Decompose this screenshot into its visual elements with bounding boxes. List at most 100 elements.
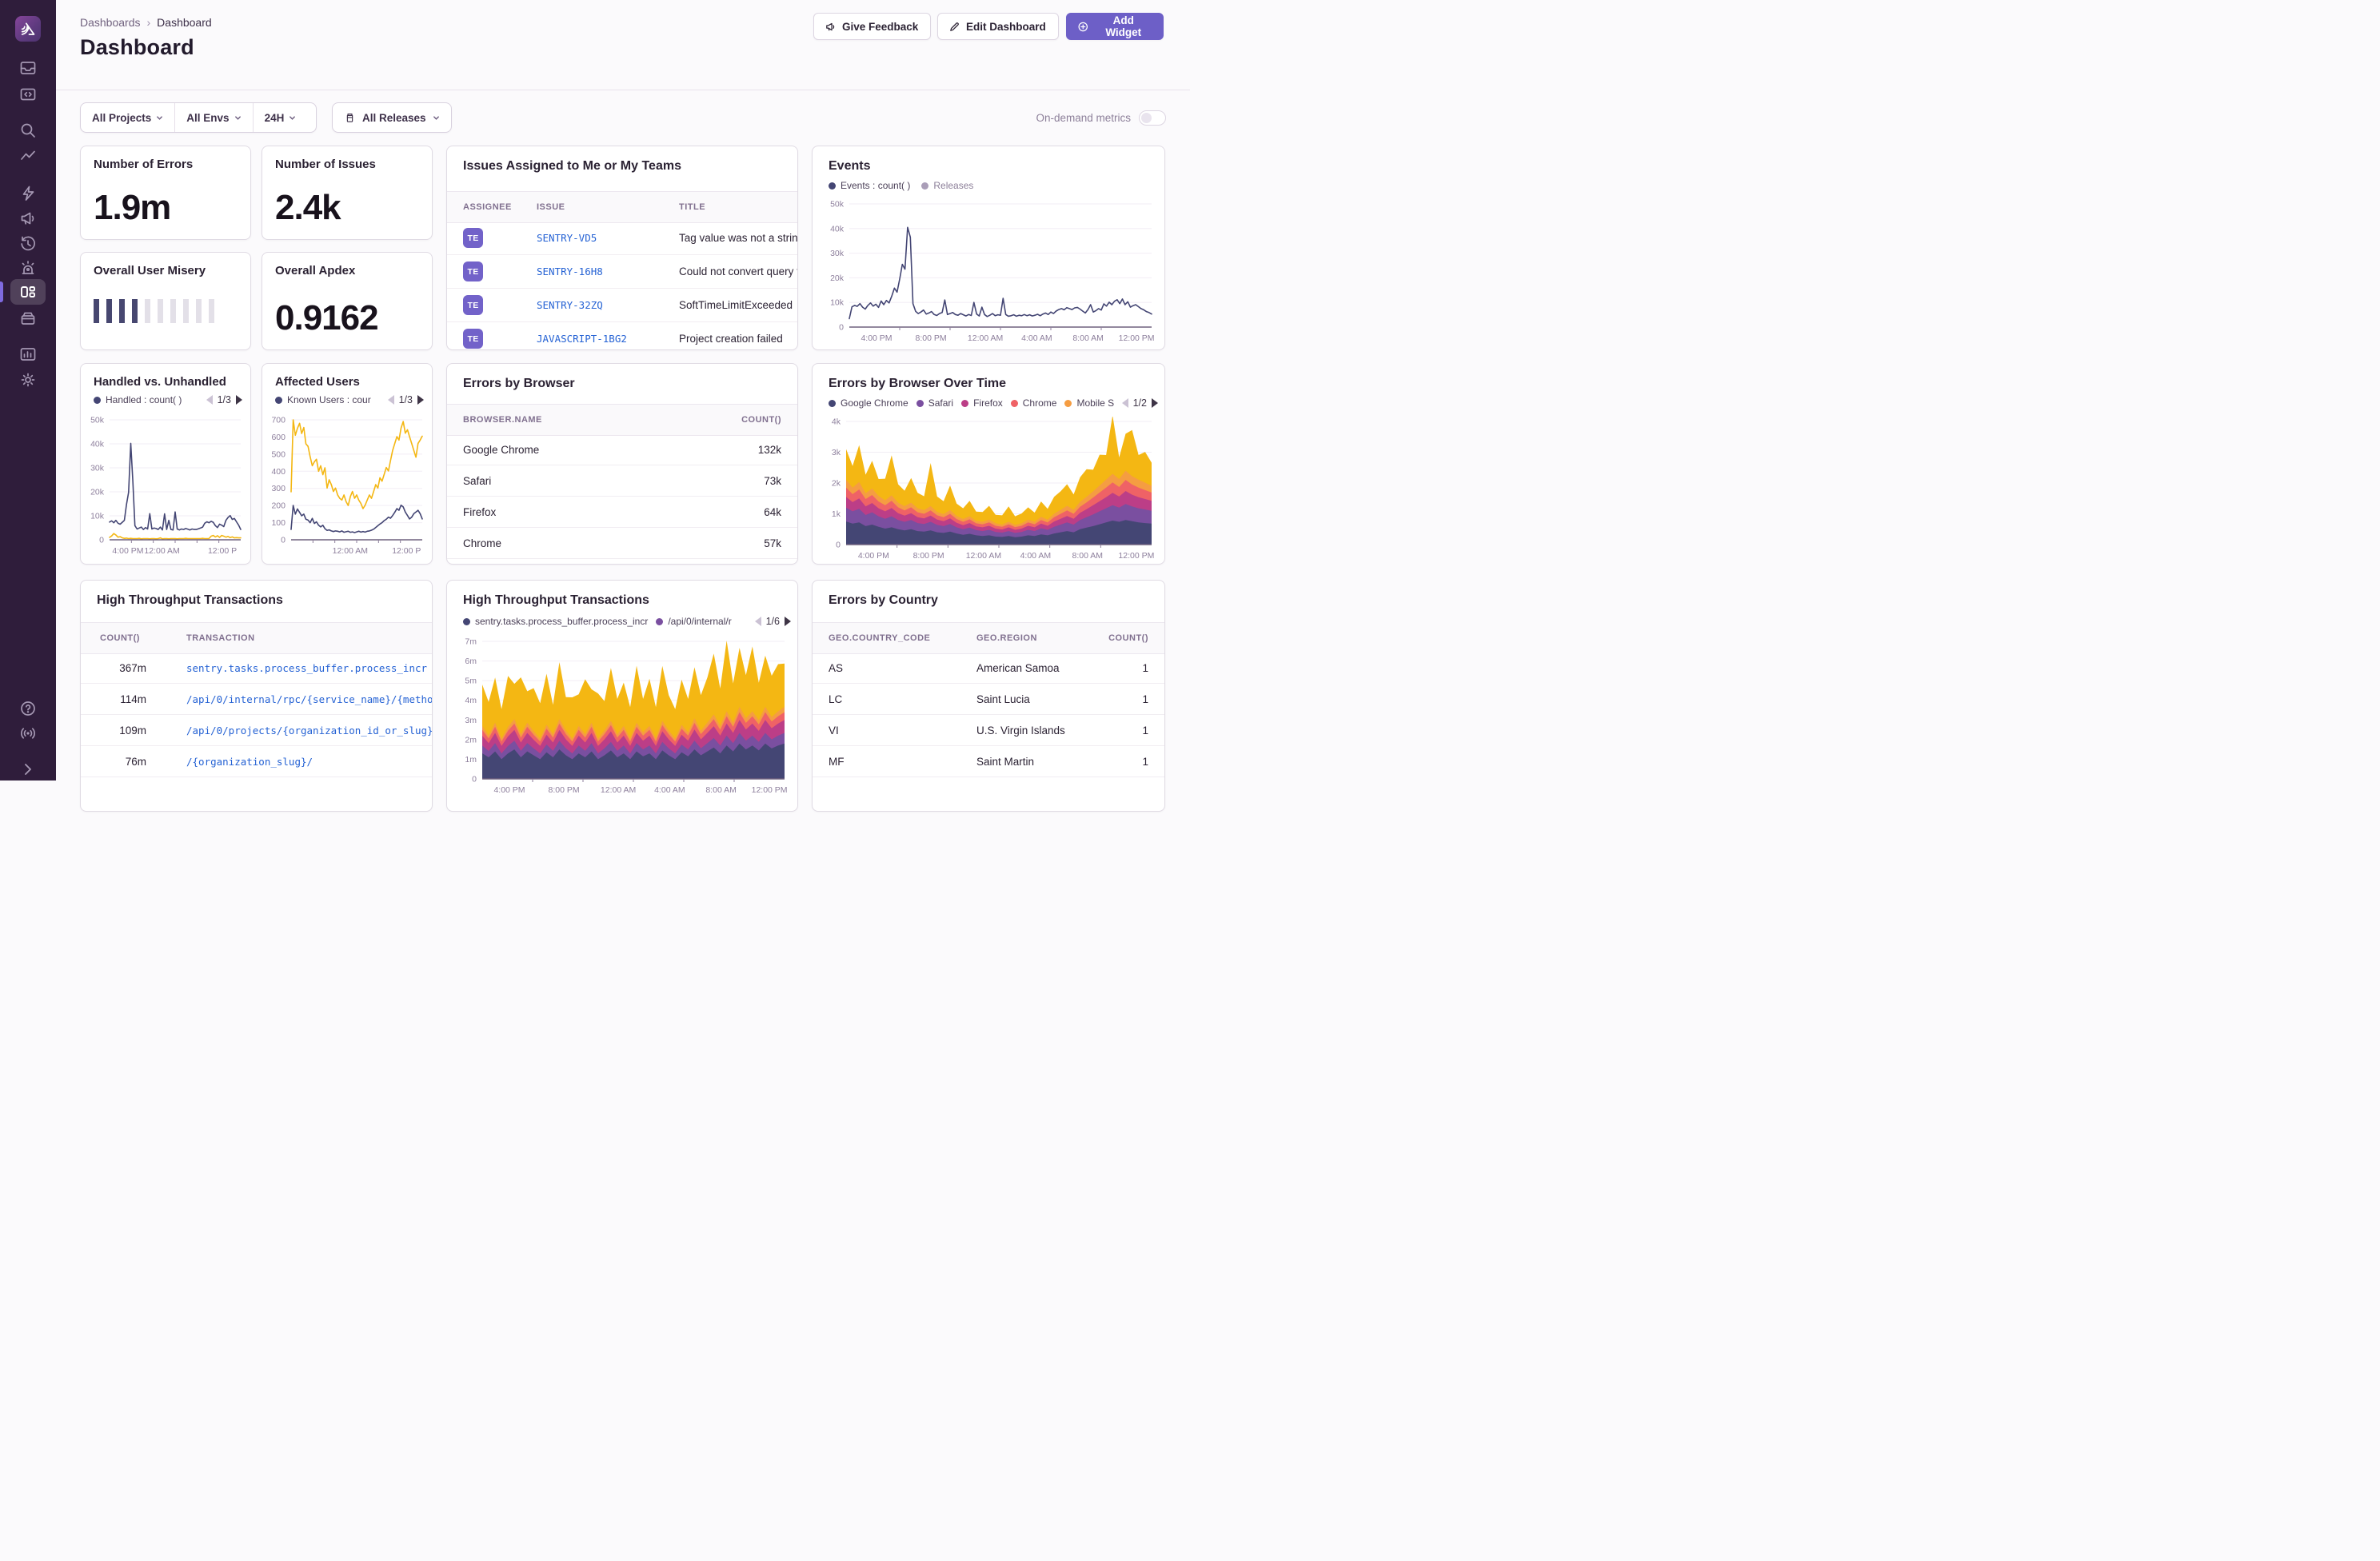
table-row: Safari 73k xyxy=(447,465,797,497)
svg-text:4:00 PM: 4:00 PM xyxy=(858,551,889,561)
browser-name: Chrome xyxy=(447,537,709,549)
sidebar-item-replays[interactable] xyxy=(18,234,38,254)
transaction-link[interactable]: sentry.tasks.process_buffer.process_incr xyxy=(170,662,432,674)
table-row: Google Chrome 132k xyxy=(447,434,797,465)
svg-text:600: 600 xyxy=(271,433,286,442)
sidebar-item-settings[interactable] xyxy=(18,370,38,389)
legend-item[interactable]: Google Chrome xyxy=(829,397,908,409)
svg-text:12:00 AM: 12:00 AM xyxy=(333,546,368,556)
issue-link[interactable]: SENTRY-VD5 xyxy=(521,232,663,244)
add-widget-button[interactable]: Add Widget xyxy=(1066,13,1164,40)
on-demand-metrics-toggle[interactable] xyxy=(1139,110,1166,126)
country-region: Saint Lucia xyxy=(960,693,1100,705)
sidebar-collapse-icon[interactable] xyxy=(18,760,38,779)
stat-value: 1.9m xyxy=(94,188,170,228)
widget-handled-vs-unhandled[interactable]: Handled vs. Unhandled Handled : count( )… xyxy=(80,363,251,565)
pager-next-icon[interactable] xyxy=(785,617,791,626)
country-code: MF xyxy=(813,756,960,768)
issue-title: Could not convert query to xyxy=(663,265,797,277)
svg-text:8:00 PM: 8:00 PM xyxy=(916,333,947,343)
widget-overall-apdex[interactable]: Overall Apdex 0.9162 xyxy=(262,252,433,350)
sidebar-item-feedback[interactable] xyxy=(18,209,38,228)
environment-filter[interactable]: All Envs xyxy=(174,103,252,132)
widget-high-throughput-table[interactable]: High Throughput Transactions Count() Tra… xyxy=(80,580,433,812)
edit-dashboard-button[interactable]: Edit Dashboard xyxy=(937,13,1059,40)
svg-text:12:00 P: 12:00 P xyxy=(392,546,421,556)
widget-errors-by-browser-over-time[interactable]: Errors by Browser Over Time Google Chrom… xyxy=(812,363,1165,565)
pager-prev-icon[interactable] xyxy=(388,395,394,405)
sidebar-item-alerts[interactable] xyxy=(18,258,38,277)
widget-title: Number of Issues xyxy=(275,158,376,171)
breadcrumb-separator: › xyxy=(147,16,151,29)
pager-count: 1/2 xyxy=(1133,397,1147,409)
widget-issues-assigned[interactable]: Issues Assigned to Me or My Teams Assign… xyxy=(446,146,798,350)
widget-title: Issues Assigned to Me or My Teams xyxy=(463,159,681,174)
legend-label: Google Chrome xyxy=(841,397,908,409)
sidebar-item-issues[interactable] xyxy=(18,58,38,78)
issue-link[interactable]: JAVASCRIPT-1BG2 xyxy=(521,333,663,345)
pager-next-icon[interactable] xyxy=(236,395,242,405)
issue-link[interactable]: SENTRY-32ZQ xyxy=(521,299,663,311)
release-filter[interactable]: All Releases xyxy=(332,102,452,133)
pager-prev-icon[interactable] xyxy=(1122,398,1128,408)
transaction-link[interactable]: /api/0/internal/rpc/{service_name}/{meth… xyxy=(170,693,432,705)
sidebar-item-dashboards[interactable] xyxy=(18,282,38,301)
sidebar-item-help[interactable] xyxy=(18,699,38,718)
legend-pager: 1/3 xyxy=(388,394,424,405)
pager-next-icon[interactable] xyxy=(1152,398,1158,408)
sidebar-item-releases[interactable] xyxy=(18,309,38,328)
table-row: Chrome 57k xyxy=(447,528,797,559)
legend-pager: 1/3 xyxy=(206,394,242,405)
sidebar-item-performance[interactable] xyxy=(18,147,38,166)
give-feedback-button[interactable]: Give Feedback xyxy=(813,13,931,40)
widget-title: Events xyxy=(829,159,870,174)
svg-text:6m: 6m xyxy=(465,657,477,666)
legend-item[interactable]: Known Users : cour xyxy=(275,394,377,405)
add-widget-label: Add Widget xyxy=(1095,14,1152,38)
svg-text:20k: 20k xyxy=(90,488,105,497)
date-range-filter[interactable]: 24H xyxy=(253,103,308,132)
sidebar-item-stats[interactable] xyxy=(18,345,38,364)
sidebar-item-search[interactable] xyxy=(18,121,38,140)
transaction-link[interactable]: /{organization_slug}/ xyxy=(170,756,432,768)
project-filter[interactable]: All Projects xyxy=(81,103,174,132)
svg-text:12:00 AM: 12:00 AM xyxy=(968,333,1003,343)
breadcrumb-current: Dashboard xyxy=(157,16,212,29)
legend-item[interactable]: sentry.tasks.process_buffer.process_incr xyxy=(463,616,648,627)
sidebar-active-accent xyxy=(0,281,3,302)
legend-item[interactable]: Events : count( ) xyxy=(829,180,910,191)
widget-events-chart[interactable]: Events Events : count( ) Releases 010k20… xyxy=(812,146,1165,350)
pager-prev-icon[interactable] xyxy=(755,617,761,626)
pager-next-icon[interactable] xyxy=(417,395,424,405)
issue-link[interactable]: SENTRY-16H8 xyxy=(521,265,663,277)
pager-prev-icon[interactable] xyxy=(206,395,213,405)
breadcrumb-dashboards[interactable]: Dashboards xyxy=(80,16,141,29)
legend-item[interactable]: Firefox xyxy=(961,397,1003,409)
svg-text:2k: 2k xyxy=(832,479,841,489)
widget-number-of-issues[interactable]: Number of Issues 2.4k xyxy=(262,146,433,240)
project-filter-label: All Projects xyxy=(92,112,151,124)
sentry-logo-icon[interactable] xyxy=(15,16,41,42)
legend-item[interactable]: Chrome xyxy=(1011,397,1057,409)
stat-value: 2.4k xyxy=(275,188,341,228)
legend-label: Mobile S xyxy=(1076,397,1113,409)
svg-text:4k: 4k xyxy=(832,417,841,427)
legend-item[interactable]: Mobile S xyxy=(1064,397,1113,409)
legend-item[interactable]: Safari xyxy=(916,397,953,409)
widget-high-throughput-chart[interactable]: High Throughput Transactions sentry.task… xyxy=(446,580,798,812)
widget-errors-by-country[interactable]: Errors by Country Geo.Country_Code Geo.R… xyxy=(812,580,1165,812)
widget-affected-users[interactable]: Affected Users Known Users : cour 1/3 01… xyxy=(262,363,433,565)
widget-number-of-errors[interactable]: Number of Errors 1.9m xyxy=(80,146,251,240)
legend-item[interactable]: /api/0/internal/r xyxy=(656,616,746,627)
sidebar-item-projects[interactable] xyxy=(18,85,38,104)
pager-count: 1/3 xyxy=(218,394,231,405)
transaction-link[interactable]: /api/0/projects/{organization_id_or_slug… xyxy=(170,725,432,737)
widget-overall-user-misery[interactable]: Overall User Misery xyxy=(80,252,251,350)
legend-dot xyxy=(1064,400,1072,407)
sidebar-item-whats-new[interactable] xyxy=(18,724,38,743)
svg-text:40k: 40k xyxy=(830,224,845,234)
sidebar-item-starfish[interactable] xyxy=(18,184,38,203)
widget-errors-by-browser[interactable]: Errors by Browser Browser.Name Count() G… xyxy=(446,363,798,565)
legend-item[interactable]: Handled : count( ) xyxy=(94,394,195,405)
legend-item[interactable]: Releases xyxy=(921,180,973,191)
